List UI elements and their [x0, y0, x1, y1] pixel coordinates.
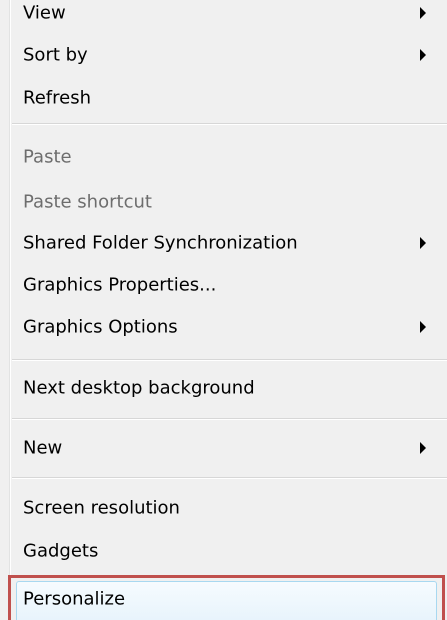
- menu-item-graphics-properties[interactable]: Graphics Properties...: [0, 264, 447, 306]
- menu-item-personalize[interactable]: Personalize: [0, 575, 447, 620]
- menu-item-label: New: [23, 437, 63, 459]
- menu-item-paste: Paste: [0, 136, 447, 178]
- menu-item-label: View: [23, 2, 66, 24]
- menu-item-label: Graphics Options: [23, 316, 178, 338]
- menu-item-view[interactable]: View: [0, 0, 447, 34]
- menu-item-label: Gadgets: [23, 540, 99, 562]
- menu-item-label: Sort by: [23, 44, 88, 66]
- chevron-right-icon: [420, 442, 426, 454]
- menu-item-graphics-options[interactable]: Graphics Options: [0, 306, 447, 348]
- menu-item-label: Paste shortcut: [23, 191, 152, 213]
- menu-item-gadgets[interactable]: Gadgets: [0, 530, 447, 572]
- menu-item-label: Paste: [23, 146, 72, 168]
- menu-item-next-desktop-background[interactable]: Next desktop background: [0, 367, 447, 409]
- chevron-right-icon: [420, 321, 426, 333]
- menu-item-label: Next desktop background: [23, 377, 255, 399]
- menu-separator: [12, 359, 447, 361]
- chevron-right-icon: [420, 237, 426, 249]
- menu-item-shared-folder-synchronization[interactable]: Shared Folder Synchronization: [0, 222, 447, 264]
- menu-item-screen-resolution[interactable]: Screen resolution: [0, 487, 447, 529]
- menu-item-label: Personalize: [23, 588, 126, 610]
- menu-item-paste-shortcut: Paste shortcut: [0, 181, 447, 223]
- menu-item-label: Refresh: [23, 87, 91, 109]
- menu-item-refresh[interactable]: Refresh: [0, 77, 447, 119]
- chevron-right-icon: [420, 7, 426, 19]
- menu-item-label: Graphics Properties...: [23, 274, 217, 296]
- menu-separator: [12, 123, 447, 125]
- menu-item-sort-by[interactable]: Sort by: [0, 34, 447, 76]
- menu-separator: [12, 477, 447, 479]
- menu-item-new[interactable]: New: [0, 427, 447, 469]
- menu-item-label: Shared Folder Synchronization: [23, 232, 298, 254]
- menu-separator: [12, 418, 447, 420]
- menu-item-label: Screen resolution: [23, 497, 180, 519]
- chevron-right-icon: [420, 49, 426, 61]
